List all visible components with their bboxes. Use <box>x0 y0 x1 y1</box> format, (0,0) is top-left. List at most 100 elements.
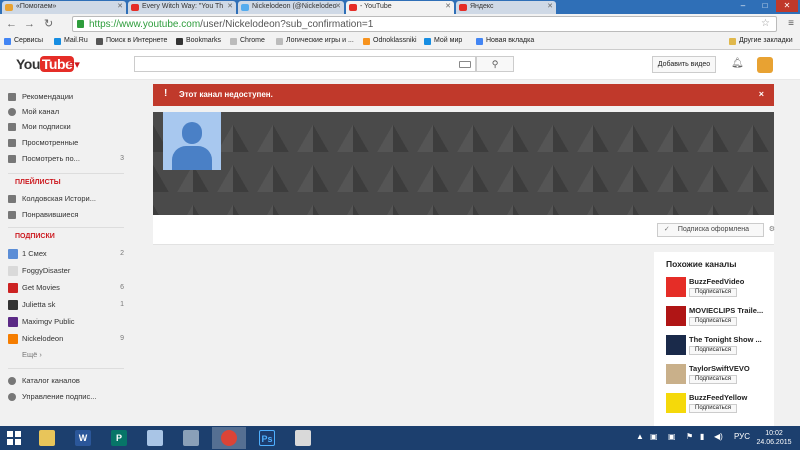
bookmark-item[interactable]: Chrome <box>230 37 265 45</box>
taskbar-photoshop[interactable]: Ps <box>250 427 284 449</box>
channel-thumbnail[interactable] <box>666 364 686 384</box>
sidebar-item-sub[interactable]: Julietta sk 1 <box>8 297 124 313</box>
related-channel-item[interactable]: MOVIECLIPS Traile... Подписаться <box>666 306 774 332</box>
browser-tab[interactable]: Яндекс ✕ <box>456 1 556 14</box>
tray-app-icon[interactable]: ▣ <box>650 432 658 441</box>
sidebar-item-my-channel[interactable]: Мой канал <box>8 104 124 120</box>
channel-name[interactable]: MOVIECLIPS Traile... <box>689 306 763 315</box>
related-channel-item[interactable]: The Tonight Show ... Подписаться <box>666 335 774 361</box>
other-bookmarks[interactable]: Другие закладки <box>729 37 793 45</box>
channel-name[interactable]: BuzzFeedYellow <box>689 393 747 402</box>
bookmark-label: Odnoklassniki <box>373 37 417 44</box>
bookmark-item[interactable]: Сервисы <box>4 37 43 45</box>
taskbar-app[interactable] <box>286 427 320 449</box>
bookmark-item[interactable]: Новая вкладка <box>476 37 534 45</box>
address-bar[interactable]: https://www.youtube.com/user/Nickelodeon… <box>72 16 777 32</box>
browser-tab-active[interactable]: - YouTube ✕ <box>346 1 454 14</box>
star-icon[interactable]: ☆ <box>761 18 770 29</box>
minimize-button[interactable]: – <box>732 0 754 12</box>
channel-thumbnail[interactable] <box>666 306 686 326</box>
search-input[interactable] <box>134 56 476 72</box>
subscribe-button[interactable]: Подписаться <box>689 404 737 413</box>
sidebar-item-watch-later[interactable]: Посмотреть по... 3 <box>8 151 124 167</box>
related-channel-item[interactable]: TaylorSwiftVEVO Подписаться <box>666 364 774 390</box>
tab-close-icon[interactable]: ✕ <box>547 2 553 10</box>
browser-tab[interactable]: Nickelodeon (@Nickelodeo ✕ <box>238 1 344 14</box>
page-icon <box>276 38 283 45</box>
network-icon[interactable]: ▮ <box>700 432 704 441</box>
tab-close-icon[interactable]: ✕ <box>335 2 341 10</box>
close-icon[interactable]: × <box>759 89 764 99</box>
upload-button[interactable]: Добавить видео <box>652 56 716 73</box>
tray-app-icon[interactable]: ▣ <box>668 432 676 441</box>
channel-thumbnail[interactable] <box>666 277 686 297</box>
sidebar-item-history[interactable]: Просмотренные <box>8 135 124 151</box>
bookmark-item[interactable]: Мой мир <box>424 37 462 45</box>
channel-name[interactable]: The Tonight Show ... <box>689 335 762 344</box>
taskbar-publisher[interactable]: P <box>102 427 136 449</box>
browser-tab[interactable]: «Помогаем» ✕ <box>2 1 126 14</box>
folder-icon <box>39 430 55 446</box>
language-indicator[interactable]: РУС <box>734 432 750 441</box>
close-window-button[interactable]: ✕ <box>776 0 798 12</box>
sidebar-item-channel-catalog[interactable]: Каталог каналов <box>8 373 124 389</box>
reload-icon[interactable]: ↻ <box>44 18 53 30</box>
forward-arrow-icon[interactable]: → <box>24 18 35 30</box>
taskbar-explorer[interactable] <box>30 427 64 449</box>
sidebar-item-sub[interactable]: Maximgv Public <box>8 314 124 330</box>
sidebar-item-sub[interactable]: Nickelodeon 9 <box>8 331 124 347</box>
sidebar-item-manage-subs[interactable]: Управление подпис... <box>8 389 124 405</box>
bookmark-item[interactable]: Bookmarks <box>176 37 221 45</box>
related-channel-item[interactable]: BuzzFeedYellow Подписаться <box>666 393 774 419</box>
sidebar-item-home[interactable]: Рекомендации <box>8 89 124 105</box>
bookmark-item[interactable]: Odnoklassniki <box>363 37 417 45</box>
subscribe-button[interactable]: Подписаться <box>689 288 737 297</box>
channel-name[interactable]: TaylorSwiftVEVO <box>689 364 750 373</box>
browser-tab[interactable]: Every Witch Way: "You Th ✕ <box>128 1 236 14</box>
tab-close-icon[interactable]: ✕ <box>117 2 123 10</box>
subscribe-button[interactable]: Подписаться <box>689 375 737 384</box>
sidebar-item-liked[interactable]: Понравившиеся <box>8 207 124 223</box>
channel-name[interactable]: BuzzFeedVideo <box>689 277 744 286</box>
sidebar-item-sub[interactable]: Get Movies 6 <box>8 280 124 296</box>
settings-icon[interactable]: ⚙ <box>769 224 775 236</box>
bookmark-item[interactable]: Mail.Ru <box>54 37 88 45</box>
tab-close-icon[interactable]: ✕ <box>227 2 233 10</box>
avatar[interactable] <box>757 57 773 73</box>
subscribe-button[interactable]: Подписаться <box>689 346 737 355</box>
tab-close-icon[interactable]: ✕ <box>445 2 451 10</box>
sidebar-more-link[interactable]: Ещё › <box>8 347 124 363</box>
channel-thumbnail[interactable] <box>666 393 686 413</box>
volume-icon[interactable]: ◀) <box>714 432 723 441</box>
taskbar-clock[interactable]: 10:02 24.06.2015 <box>754 429 794 447</box>
keyboard-icon[interactable] <box>459 61 471 68</box>
related-channel-item[interactable]: BuzzFeedVideo Подписаться <box>666 277 774 303</box>
bookmark-item[interactable]: Логические игры и ... <box>276 37 354 45</box>
taskbar-notepad[interactable] <box>138 427 172 449</box>
sidebar-item-subscriptions[interactable]: Мои подписки <box>8 119 124 135</box>
taskbar-chrome[interactable] <box>212 427 246 449</box>
taskbar-word[interactable]: W <box>66 427 100 449</box>
subscribed-button[interactable]: ✓ Подписка оформлена ⚙ <box>656 223 775 237</box>
taskbar-app[interactable] <box>174 427 208 449</box>
windows-start-icon[interactable] <box>7 431 21 445</box>
subscribe-button[interactable]: Подписаться <box>689 317 737 326</box>
menu-icon[interactable]: ≡ <box>788 18 794 29</box>
tray-arrow-icon[interactable]: ▲ <box>636 432 644 441</box>
channel-thumbnail[interactable] <box>666 335 686 355</box>
channel-avatar[interactable] <box>163 112 221 170</box>
maximize-button[interactable]: □ <box>754 0 776 12</box>
sidebar-item-sub[interactable]: 1 Смех 2 <box>8 246 124 262</box>
bookmarks-bar: Сервисы Mail.Ru Поиск в Интернете Bookma… <box>0 34 800 50</box>
sidebar-item-playlist[interactable]: Колдовская Истори... <box>8 191 124 207</box>
bell-icon[interactable]: 🔔︎ <box>731 58 744 69</box>
bookmark-item[interactable]: Поиск в Интернете <box>96 37 167 45</box>
user-icon <box>8 108 16 116</box>
youtube-logo[interactable]: You Tube <box>16 56 75 72</box>
flag-icon[interactable]: ⚑ <box>686 432 693 441</box>
sidebar-item-sub[interactable]: FoggyDisaster <box>8 263 124 279</box>
back-arrow-icon[interactable]: ← <box>6 18 17 30</box>
sidebar-item-label: FoggyDisaster <box>22 266 71 275</box>
search-button[interactable]: ⚲ <box>476 56 514 72</box>
guide-menu-icon[interactable]: ≡▾ <box>68 58 80 71</box>
